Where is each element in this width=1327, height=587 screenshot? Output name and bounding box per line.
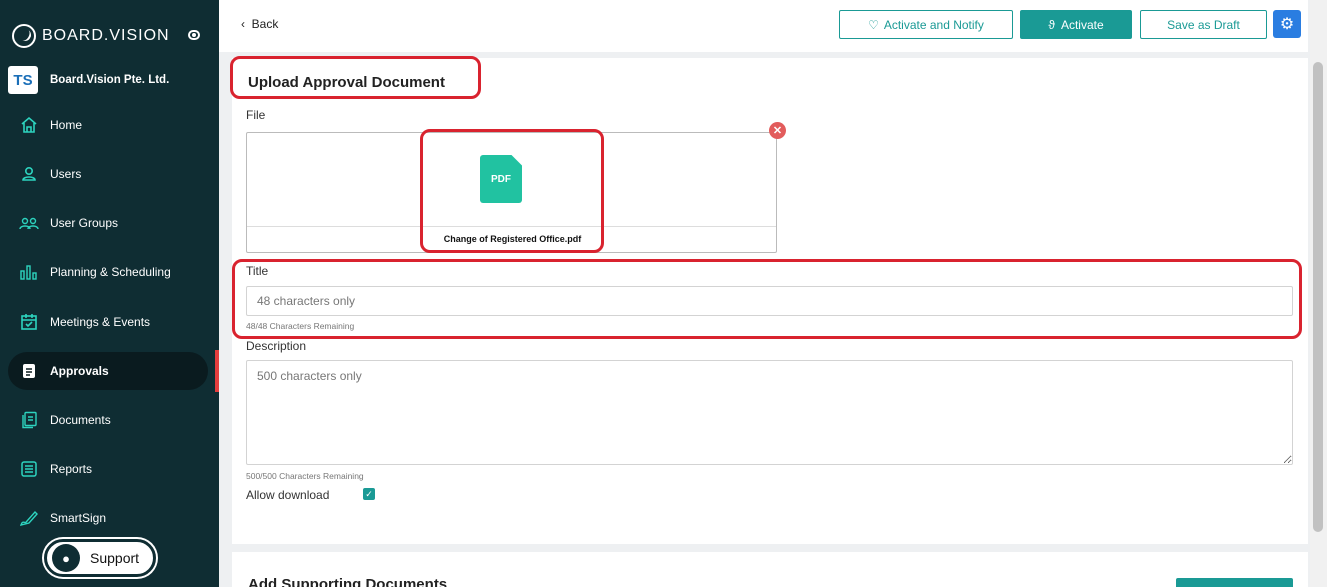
approval-icon [18,361,40,381]
activate-notify-label: Activate and Notify [883,17,984,32]
save-draft-label: Save as Draft [1167,17,1240,32]
file-name: Change of Registered Office.pdf [443,234,582,244]
sidebar-item-users[interactable]: Users [8,155,208,193]
title-label: Title [246,264,269,278]
sidebar-item-label: Users [50,167,82,181]
supporting-title: Add Supporting Documents [248,576,448,587]
user-group-icon [18,213,40,233]
sidebar: BOARD.VISION TS Board.Vision Pte. Ltd. H… [0,0,219,587]
save-draft-button[interactable]: Save as Draft [1140,10,1267,39]
sidebar-item-reports[interactable]: Reports [8,450,208,488]
allow-download-label: Allow download [246,488,330,502]
supporting-documents-card: Add Supporting Documents [232,552,1308,587]
home-icon [18,115,40,135]
sidebar-item-label: Planning & Scheduling [50,265,171,279]
sidebar-item-label: Reports [50,462,93,476]
activate-notify-button[interactable]: ♡ Activate and Notify [839,10,1013,39]
chevron-left-icon: ‹ [241,17,245,31]
description-input[interactable] [246,360,1293,465]
sidebar-item-label: User Groups [50,216,119,230]
gear-icon: ⚙ [1279,16,1295,33]
org-switcher[interactable]: TS Board.Vision Pte. Ltd. [8,66,169,94]
scrollbar-thumb[interactable] [1313,62,1323,532]
sidebar-item-planning[interactable]: Planning & Scheduling [8,253,208,291]
title-input[interactable] [246,286,1293,316]
brand-logo-icon [12,24,36,48]
back-link[interactable]: ‹ Back [241,17,278,31]
sidebar-item-documents[interactable]: Documents [8,401,208,439]
card-title: Upload Approval Document [248,74,445,91]
sidebar-item-label: Home [50,118,83,132]
allow-download-checkbox[interactable]: ✓ [363,488,375,500]
calendar-icon [18,312,40,332]
chart-icon [18,262,40,282]
activate-label: Activate [1060,17,1104,32]
description-label: Description [246,339,307,353]
org-name: Board.Vision Pte. Ltd. [50,74,170,86]
documents-icon [18,410,40,430]
activate-button[interactable]: ϑ Activate [1020,10,1132,39]
user-icon [18,164,40,184]
file-label: File [246,108,266,122]
support-button[interactable]: ● Support [44,539,156,577]
file-preview[interactable]: PDF Change of Registered Office.pdf [246,132,777,253]
description-remaining: 500/500 Characters Remaining [246,471,364,481]
chat-icon: ● [52,544,80,572]
sidebar-item-label: Documents [50,413,111,427]
sidebar-item-label: Meetings & Events [50,315,151,329]
sidebar-toggle-icon[interactable] [188,30,200,40]
sidebar-item-user-groups[interactable]: User Groups [8,204,208,242]
upload-approval-card: Upload Approval Document File PDF Change… [232,58,1308,544]
pen-icon [18,508,40,528]
sidebar-item-label: SmartSign [50,511,107,525]
top-bar: ‹ Back ♡ Activate and Notify ϑ Activate … [219,0,1308,52]
title-remaining: 48/48 Characters Remaining [246,321,355,331]
brand[interactable]: BOARD.VISION [12,22,212,50]
sidebar-item-meetings[interactable]: Meetings & Events [8,303,208,341]
file-divider [247,226,776,227]
active-indicator [215,350,219,392]
sidebar-item-approvals[interactable]: Approvals [8,352,208,390]
back-label: Back [251,17,279,31]
sidebar-item-home[interactable]: Home [8,106,208,144]
bell-icon: ♡ [868,17,879,32]
lightning-icon: ϑ [1048,17,1055,32]
pdf-file-icon: PDF [480,155,522,203]
close-icon: ✕ [772,125,783,137]
reports-icon [18,459,40,479]
check-icon: ✓ [365,488,373,499]
support-label: Support [90,550,140,566]
add-supporting-button[interactable] [1176,578,1293,587]
settings-button[interactable]: ⚙ [1273,10,1301,38]
brand-name: BOARD.VISION [42,27,170,44]
sidebar-item-smartsign[interactable]: SmartSign [8,499,208,537]
sidebar-item-label: Approvals [50,364,109,378]
remove-file-button[interactable]: ✕ [769,122,786,139]
org-logo: TS [8,66,38,94]
